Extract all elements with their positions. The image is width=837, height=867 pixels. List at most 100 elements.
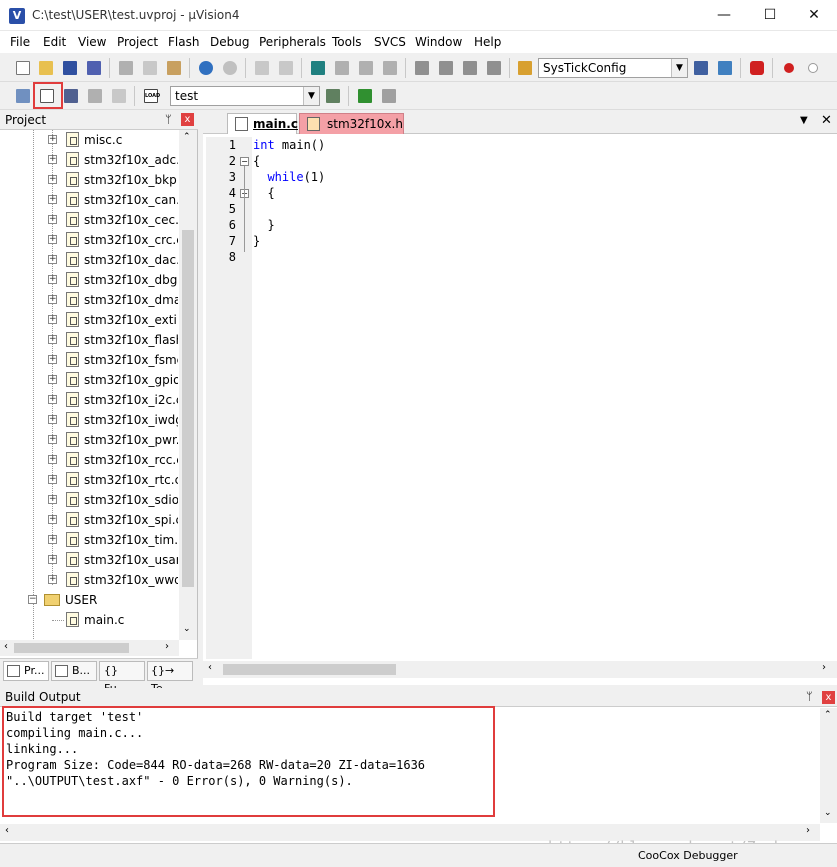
close-icon[interactable]: x: [822, 691, 835, 704]
unindent-icon[interactable]: [437, 59, 455, 77]
menu-svcs[interactable]: SVCS: [374, 35, 406, 49]
menu-file[interactable]: File: [10, 35, 30, 49]
nav-back-icon[interactable]: [253, 59, 271, 77]
tree-item-file[interactable]: + stm32f10x_dbgmcu.c: [0, 270, 180, 290]
comment-icon[interactable]: [461, 59, 479, 77]
build-output-vertical-scrollbar[interactable]: ⌃ ⌄: [820, 708, 837, 823]
uncomment-icon[interactable]: [485, 59, 503, 77]
target-combo[interactable]: test ▼: [170, 86, 320, 106]
expand-icon[interactable]: +: [48, 435, 57, 444]
expand-icon[interactable]: +: [48, 375, 57, 384]
indent-icon[interactable]: [413, 59, 431, 77]
project-horizontal-scrollbar[interactable]: ‹ ›: [0, 640, 179, 656]
maximize-button[interactable]: ☐: [747, 0, 793, 31]
expand-icon[interactable]: +: [48, 575, 57, 584]
chevron-up-icon[interactable]: ⌃: [183, 132, 191, 142]
menu-view[interactable]: View: [78, 35, 106, 49]
tree-item-file[interactable]: + stm32f10x_can.c: [0, 190, 180, 210]
cut-icon[interactable]: [117, 59, 135, 77]
expand-icon[interactable]: +: [48, 295, 57, 304]
tree-item-file[interactable]: + stm32f10x_cec.c: [0, 210, 180, 230]
pin-icon[interactable]: ᛘ: [806, 690, 813, 703]
expand-icon[interactable]: +: [48, 475, 57, 484]
menu-peripherals[interactable]: Peripherals: [259, 35, 326, 49]
expand-icon[interactable]: +: [48, 495, 57, 504]
tree-item-file[interactable]: + stm32f10x_wwdg.c: [0, 570, 180, 590]
project-vertical-scrollbar[interactable]: ⌃ ⌄: [179, 130, 197, 640]
tree-item-file[interactable]: + stm32f10x_crc.c: [0, 230, 180, 250]
paste-icon[interactable]: [165, 59, 183, 77]
tree-item-file[interactable]: + stm32f10x_spi.c: [0, 510, 180, 530]
expand-icon[interactable]: +: [48, 395, 57, 404]
close-icon[interactable]: x: [181, 113, 194, 126]
tree-item-file[interactable]: + stm32f10x_dma.c: [0, 290, 180, 310]
tab-templates[interactable]: {}→ Te...: [147, 661, 193, 695]
target-options-icon[interactable]: [324, 87, 342, 105]
chevron-left-icon[interactable]: ‹: [4, 641, 8, 652]
chevron-right-icon[interactable]: ›: [806, 825, 810, 836]
menu-tools[interactable]: Tools: [332, 35, 362, 49]
scrollbar-thumb[interactable]: [223, 664, 396, 675]
expand-icon[interactable]: +: [48, 215, 57, 224]
expand-icon[interactable]: +: [48, 315, 57, 324]
expand-icon[interactable]: +: [48, 455, 57, 464]
tree-item-file[interactable]: + stm32f10x_gpio.c: [0, 370, 180, 390]
download-icon[interactable]: LOAD: [142, 87, 160, 105]
breakpoint-icon[interactable]: [780, 59, 798, 77]
nav-forward-icon[interactable]: [277, 59, 295, 77]
tree-item-file[interactable]: + stm32f10x_pwr.c: [0, 430, 180, 450]
disable-breakpoint-icon[interactable]: [804, 59, 822, 77]
tree-item-file[interactable]: + stm32f10x_rtc.c: [0, 470, 180, 490]
tree-item-file[interactable]: + stm32f10x_flash.c: [0, 330, 180, 350]
tab-project[interactable]: Pr...: [3, 661, 49, 681]
tree-item-file[interactable]: + stm32f10x_sdio.c: [0, 490, 180, 510]
translate-icon[interactable]: [14, 87, 32, 105]
copy-icon[interactable]: [141, 59, 159, 77]
clear-bookmarks-icon[interactable]: [381, 59, 399, 77]
menu-debug[interactable]: Debug: [210, 35, 249, 49]
tree-item-file[interactable]: + stm32f10x_fsmc.c: [0, 350, 180, 370]
chevron-down-icon[interactable]: ⌄: [824, 808, 832, 818]
tab-main-c[interactable]: main.c: [227, 113, 298, 134]
expand-icon[interactable]: +: [48, 555, 57, 564]
find-icon[interactable]: [692, 59, 710, 77]
chevron-down-icon[interactable]: ▼: [671, 59, 687, 77]
chevron-right-icon[interactable]: ›: [822, 662, 826, 673]
redo-icon[interactable]: [221, 59, 239, 77]
save-icon[interactable]: [61, 59, 79, 77]
tree-item-file[interactable]: + misc.c: [0, 130, 180, 150]
tree-item-file[interactable]: + stm32f10x_rcc.c: [0, 450, 180, 470]
expand-icon[interactable]: +: [48, 415, 57, 424]
select-packs-icon[interactable]: [380, 87, 398, 105]
expand-icon[interactable]: +: [48, 255, 57, 264]
start-debug-icon[interactable]: [748, 59, 766, 77]
expand-icon[interactable]: +: [48, 535, 57, 544]
expand-icon[interactable]: +: [48, 175, 57, 184]
rebuild-icon[interactable]: [62, 87, 80, 105]
tree-item-file[interactable]: + stm32f10x_iwdg.c: [0, 410, 180, 430]
tree-item-group-user[interactable]: − USER: [0, 590, 180, 610]
tree-item-file[interactable]: + stm32f10x_tim.c: [0, 530, 180, 550]
scrollbar-thumb[interactable]: [182, 230, 194, 587]
tab-books[interactable]: B...: [51, 661, 97, 681]
tab-functions[interactable]: {} Fu...: [99, 661, 145, 695]
prev-bookmark-icon[interactable]: [333, 59, 351, 77]
chevron-down-icon[interactable]: ▼: [303, 87, 319, 105]
bookmark-icon[interactable]: [309, 59, 327, 77]
tree-item-file-main[interactable]: main.c: [0, 610, 180, 630]
menu-edit[interactable]: Edit: [43, 35, 66, 49]
tree-item-file[interactable]: + stm32f10x_bkp.c: [0, 170, 180, 190]
expand-icon[interactable]: +: [48, 335, 57, 344]
expand-icon[interactable]: +: [48, 195, 57, 204]
expand-icon[interactable]: +: [48, 135, 57, 144]
menu-window[interactable]: Window: [415, 35, 462, 49]
tree-item-file[interactable]: + stm32f10x_exti.c: [0, 310, 180, 330]
stop-build-icon[interactable]: [110, 87, 128, 105]
tab-list-dropdown-icon[interactable]: ▼: [800, 115, 808, 126]
menu-project[interactable]: Project: [117, 35, 158, 49]
find-in-files-icon[interactable]: [516, 59, 534, 77]
expand-icon[interactable]: +: [48, 275, 57, 284]
tree-item-file[interactable]: + stm32f10x_usart.c: [0, 550, 180, 570]
editor-horizontal-scrollbar[interactable]: ‹ ›: [203, 661, 837, 678]
function-combo[interactable]: SysTickConfig ▼: [538, 58, 688, 78]
